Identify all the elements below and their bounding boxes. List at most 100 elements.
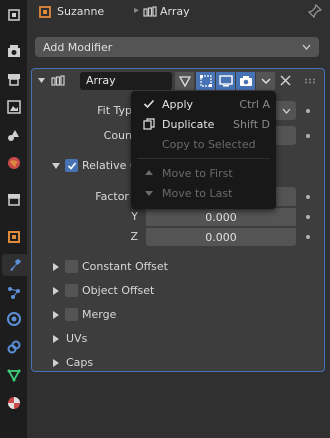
tab-tool[interactable]	[2, 4, 25, 26]
tab-view-layer[interactable]	[2, 96, 25, 118]
breadcrumb-object-name: Suzanne	[57, 5, 105, 18]
breadcrumb: Suzanne ▸ Array	[27, 0, 330, 26]
menu-item-duplicate[interactable]: Duplicate Shift D	[131, 114, 276, 134]
menu-item-apply[interactable]: Apply Ctrl A	[131, 94, 276, 114]
close-icon[interactable]	[280, 75, 291, 86]
fit-type-dropdown[interactable]	[276, 101, 296, 120]
chevron-down-icon[interactable]	[37, 76, 46, 85]
duplicate-icon	[143, 118, 155, 130]
menu-item-shortcut: Ctrl A	[239, 98, 270, 111]
check-icon	[143, 99, 155, 109]
menu-item-copy-to-selected[interactable]: Copy to Selected	[131, 134, 276, 154]
modifier-extra-menu-button[interactable]	[256, 72, 275, 90]
chevron-right-icon	[53, 359, 59, 367]
object-icon	[7, 231, 20, 243]
edit-cage-toggle[interactable]	[175, 72, 194, 90]
physics-icon	[6, 312, 21, 326]
uvs-subpanel-header[interactable]: UVs	[32, 328, 324, 350]
array-modifier-icon	[51, 75, 65, 86]
render-icon	[7, 45, 20, 57]
menu-item-move-to-first[interactable]: Move to First	[131, 163, 276, 183]
tab-collection[interactable]	[2, 188, 25, 210]
scene-icon	[7, 130, 19, 141]
chevron-right-icon	[53, 263, 59, 271]
chevron-down-icon	[302, 44, 311, 50]
tab-constraints[interactable]	[2, 336, 25, 358]
modifier-name-field[interactable]: Array	[80, 72, 172, 90]
factor-x-label: Factor X	[95, 190, 140, 203]
constant-offset-checkbox[interactable]	[65, 260, 78, 273]
tab-data[interactable]	[2, 364, 25, 386]
material-icon	[7, 397, 20, 409]
object-offset-checkbox[interactable]	[65, 284, 78, 297]
output-icon	[7, 74, 20, 86]
tab-object[interactable]	[2, 226, 25, 248]
drag-handle-icon[interactable]	[304, 78, 318, 84]
tab-world[interactable]	[2, 152, 25, 174]
view-layer-icon	[6, 100, 21, 114]
modifier-panel-header: Array	[32, 69, 324, 93]
constant-offset-label: Constant Offset	[82, 260, 168, 273]
count-field[interactable]	[276, 126, 296, 145]
factor-y-label: Y	[131, 210, 138, 223]
chevron-down-icon	[282, 108, 290, 114]
tab-output[interactable]	[2, 68, 25, 90]
factor-y-field[interactable]: 0.000	[146, 207, 296, 226]
viewport-toggle[interactable]	[216, 72, 235, 90]
keyframe-dot-icon[interactable]	[306, 215, 310, 219]
menu-item-shortcut: Shift D	[233, 118, 270, 131]
menu-item-move-to-last[interactable]: Move to Last	[131, 183, 276, 203]
keyframe-dot-icon[interactable]	[306, 134, 310, 138]
tab-particles[interactable]	[2, 282, 25, 304]
merge-label: Merge	[82, 308, 117, 321]
menu-item-label: Duplicate	[162, 118, 215, 131]
triangle-up-icon	[145, 170, 153, 175]
menu-item-label: Move to First	[162, 167, 233, 180]
merge-checkbox[interactable]	[65, 308, 78, 321]
collection-icon	[7, 194, 20, 206]
constraints-icon	[7, 340, 20, 354]
edit-mode-toggle[interactable]	[196, 72, 215, 90]
chevron-down-icon	[260, 78, 271, 85]
keyframe-dot-icon[interactable]	[306, 195, 310, 199]
tab-physics[interactable]	[2, 308, 25, 330]
relative-offset-checkbox[interactable]	[65, 159, 78, 172]
factor-y-row: Y 0.000	[32, 206, 324, 228]
fit-type-label: Fit Typ	[97, 104, 132, 117]
chevron-down-icon	[52, 163, 60, 169]
pin-icon[interactable]	[308, 4, 322, 18]
add-modifier-label: Add Modifier	[43, 40, 113, 54]
render-toggle[interactable]	[236, 72, 255, 90]
menu-item-label: Copy to Selected	[162, 138, 256, 151]
triangle-down-icon	[145, 191, 153, 196]
chevron-right-icon	[53, 287, 59, 295]
camera-icon	[239, 76, 252, 86]
mesh-cage-icon	[178, 76, 191, 88]
object-offset-subpanel-header[interactable]: Object Offset	[32, 280, 324, 302]
monitor-icon	[218, 75, 233, 87]
add-modifier-dropdown[interactable]: Add Modifier	[35, 37, 319, 57]
keyframe-dot-icon[interactable]	[306, 235, 310, 239]
factor-z-field[interactable]: 0.000	[146, 227, 296, 246]
chevron-right-icon	[53, 335, 59, 343]
edit-mode-icon	[199, 75, 212, 87]
tool-icon	[7, 9, 20, 21]
merge-subpanel-header[interactable]: Merge	[32, 304, 324, 326]
object-icon	[39, 6, 51, 18]
breadcrumb-modifier-name: Array	[160, 5, 190, 18]
uvs-label: UVs	[66, 332, 88, 345]
properties-tab-bar	[0, 0, 27, 438]
constant-offset-subpanel-header[interactable]: Constant Offset	[32, 256, 324, 278]
modifier-extra-menu: Apply Ctrl A Duplicate Shift D Copy to S…	[131, 91, 276, 209]
menu-separator	[137, 158, 270, 159]
tab-material[interactable]	[2, 392, 25, 414]
tab-modifiers[interactable]	[2, 254, 27, 276]
tab-render[interactable]	[2, 40, 25, 62]
caps-subpanel-header[interactable]: Caps	[32, 352, 324, 374]
modifier-icon	[9, 259, 21, 271]
data-icon	[6, 369, 21, 382]
breadcrumb-separator-icon: ▸	[134, 5, 140, 16]
object-offset-label: Object Offset	[82, 284, 155, 297]
keyframe-dot-icon[interactable]	[306, 109, 310, 113]
tab-scene[interactable]	[2, 124, 25, 146]
